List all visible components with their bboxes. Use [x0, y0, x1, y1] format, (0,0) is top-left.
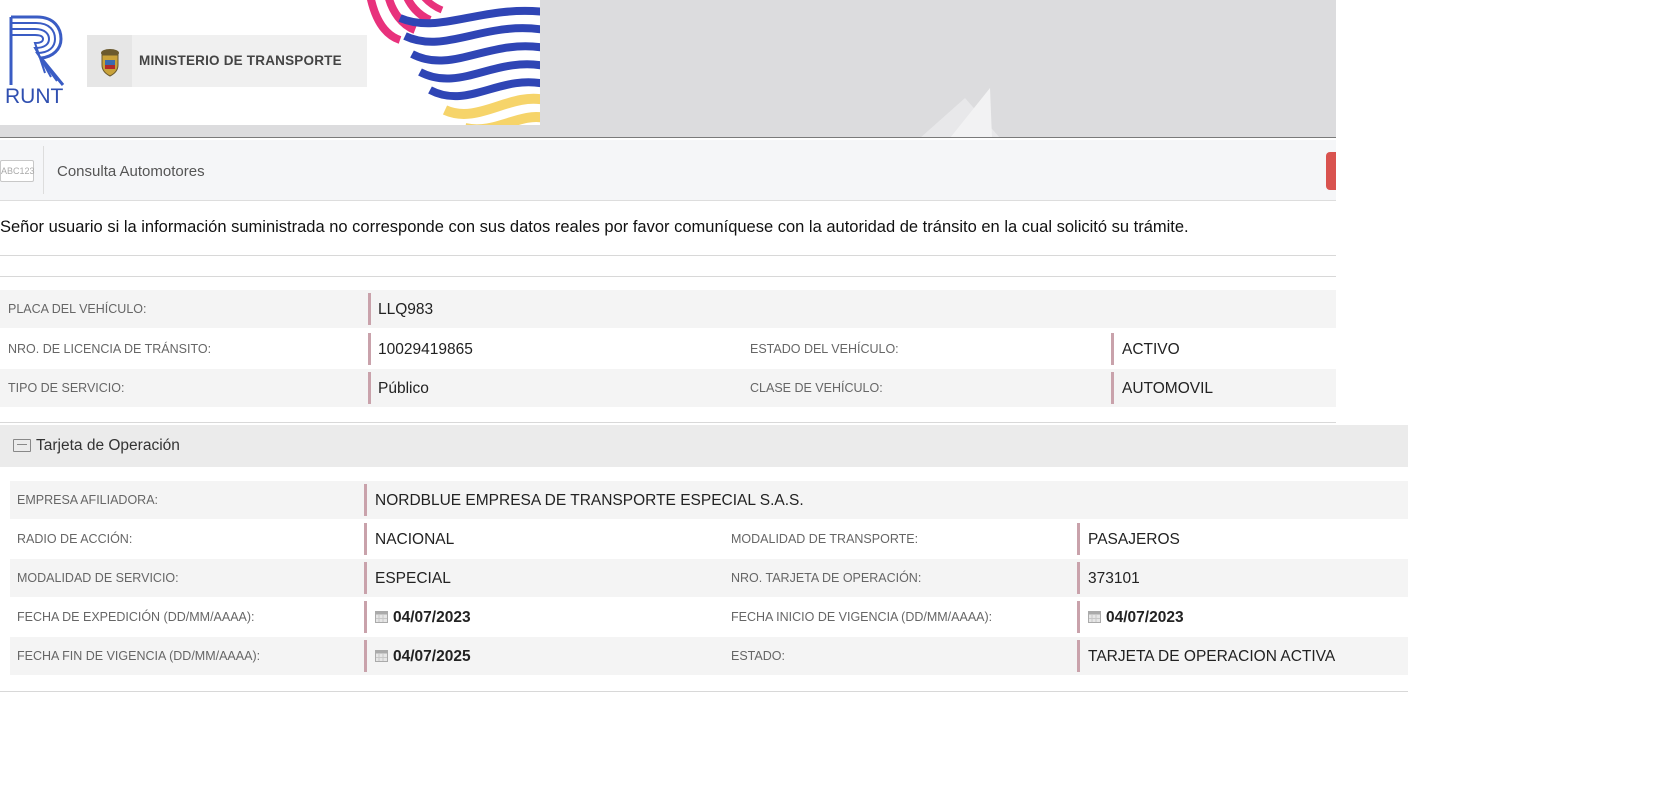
fecha-inicio-label: FECHA INICIO DE VIGENCIA (DD/MM/AAAA):: [731, 610, 993, 624]
fecha-expedicion-label: FECHA DE EXPEDICIÓN (DD/MM/AAAA):: [17, 610, 255, 624]
estado-tarjeta-label: ESTADO:: [731, 649, 785, 663]
value-accent: [1077, 562, 1080, 594]
estado-vehiculo-label: ESTADO DEL VEHÍCULO:: [750, 342, 899, 356]
id-card-icon: [13, 439, 31, 452]
value-accent: [368, 333, 371, 365]
divider: [0, 276, 1336, 277]
tarjeta-row-radio: RADIO DE ACCIÓN: NACIONAL MODALIDAD DE T…: [10, 520, 1408, 558]
divider: [0, 422, 1336, 423]
fecha-fin-value: 04/07/2025: [393, 648, 471, 665]
plate-icon[interactable]: ABC123: [0, 160, 35, 182]
tarjeta-row-empresa: EMPRESA AFILIADORA: NORDBLUE EMPRESA DE …: [10, 481, 1408, 519]
placa-value: LLQ983: [378, 301, 434, 318]
user-notice: Señor usuario si la información suminist…: [0, 218, 1189, 236]
value-accent: [368, 372, 371, 404]
clase-value: AUTOMOVIL: [1122, 380, 1214, 397]
calendar-icon: [1088, 611, 1101, 623]
estado-vehiculo-value: ACTIVO: [1122, 341, 1180, 358]
value-accent: [364, 640, 367, 672]
fecha-expedicion-value: 04/07/2023: [393, 609, 471, 626]
fecha-fin-label: FECHA FIN DE VIGENCIA (DD/MM/AAAA):: [17, 649, 261, 663]
value-accent: [1111, 372, 1114, 404]
empresa-label: EMPRESA AFILIADORA:: [17, 493, 159, 507]
licencia-label: NRO. DE LICENCIA DE TRÁNSITO:: [8, 342, 212, 356]
licencia-value: 10029419865: [378, 341, 473, 358]
nro-tarjeta-label: NRO. TARJETA DE OPERACIÓN:: [731, 571, 922, 585]
header-decoration: [920, 88, 1000, 138]
value-accent: [364, 523, 367, 555]
modalidad-servicio-value: ESPECIAL: [375, 570, 451, 587]
page-header: RUNT MINISTERIO DE TRANSPORTE: [0, 0, 1336, 138]
clase-label: CLASE DE VEHÍCULO:: [750, 381, 883, 395]
modalidad-transporte-label: MODALIDAD DE TRANSPORTE:: [731, 532, 919, 546]
value-accent: [1077, 523, 1080, 555]
tarjeta-row-fin: FECHA FIN DE VIGENCIA (DD/MM/AAAA): 04/0…: [10, 637, 1408, 675]
placa-label: PLACA DEL VEHÍCULO:: [8, 302, 147, 316]
radio-label: RADIO DE ACCIÓN:: [17, 532, 133, 546]
tarjeta-row-fechas: FECHA DE EXPEDICIÓN (DD/MM/AAAA): 04/07/…: [10, 598, 1408, 636]
coat-of-arms-icon: [87, 35, 132, 87]
value-accent: [364, 562, 367, 594]
fecha-inicio-value: 04/07/2023: [1106, 609, 1184, 626]
calendar-icon: [375, 650, 388, 662]
estado-tarjeta-value: TARJETA DE OPERACION ACTIVA: [1088, 648, 1336, 665]
servicio-value: Público: [378, 380, 429, 397]
page-title: Consulta Automotores: [57, 163, 205, 180]
radio-value: NACIONAL: [375, 531, 455, 548]
vehicle-row-licencia: NRO. DE LICENCIA DE TRÁNSITO: 1002941986…: [0, 330, 1336, 368]
fecha-fin-field: 04/07/2025: [375, 648, 471, 666]
tarjeta-section-title: Tarjeta de Operación: [36, 437, 180, 454]
nro-tarjeta-value: 373101: [1088, 570, 1140, 587]
divider: [0, 255, 1336, 256]
calendar-icon: [375, 611, 388, 623]
modalidad-servicio-label: MODALIDAD DE SERVICIO:: [17, 571, 179, 585]
fecha-inicio-field: 04/07/2023: [1088, 609, 1184, 627]
value-accent: [1077, 601, 1080, 633]
divider: [0, 691, 1408, 692]
runt-logo-text: RUNT: [5, 85, 64, 108]
servicio-label: TIPO DE SERVICIO:: [8, 381, 125, 395]
vehicle-row-servicio: TIPO DE SERVICIO: Público CLASE DE VEHÍC…: [0, 369, 1336, 407]
empresa-value: NORDBLUE EMPRESA DE TRANSPORTE ESPECIAL …: [375, 492, 804, 509]
fecha-expedicion-field: 04/07/2023: [375, 609, 471, 627]
header-branding: RUNT MINISTERIO DE TRANSPORTE: [0, 0, 540, 125]
value-accent: [1077, 640, 1080, 672]
header-divider: [0, 137, 1336, 138]
value-accent: [364, 484, 367, 516]
toolbar-separator: [43, 146, 44, 194]
ministry-name: MINISTERIO DE TRANSPORTE: [139, 53, 342, 68]
ministry-logo[interactable]: MINISTERIO DE TRANSPORTE: [87, 35, 367, 87]
tarjeta-section-header[interactable]: Tarjeta de Operación: [0, 425, 1408, 467]
action-button[interactable]: [1326, 152, 1336, 190]
vehicle-row-placa: PLACA DEL VEHÍCULO: LLQ983: [0, 290, 1336, 328]
modalidad-transporte-value: PASAJEROS: [1088, 531, 1180, 548]
flag-waves-icon: [360, 0, 540, 125]
tarjeta-row-servicio: MODALIDAD DE SERVICIO: ESPECIAL NRO. TAR…: [10, 559, 1408, 597]
value-accent: [368, 293, 371, 325]
value-accent: [364, 601, 367, 633]
toolbar: ABC123 Consulta Automotores: [0, 140, 1336, 201]
value-accent: [1111, 333, 1114, 365]
